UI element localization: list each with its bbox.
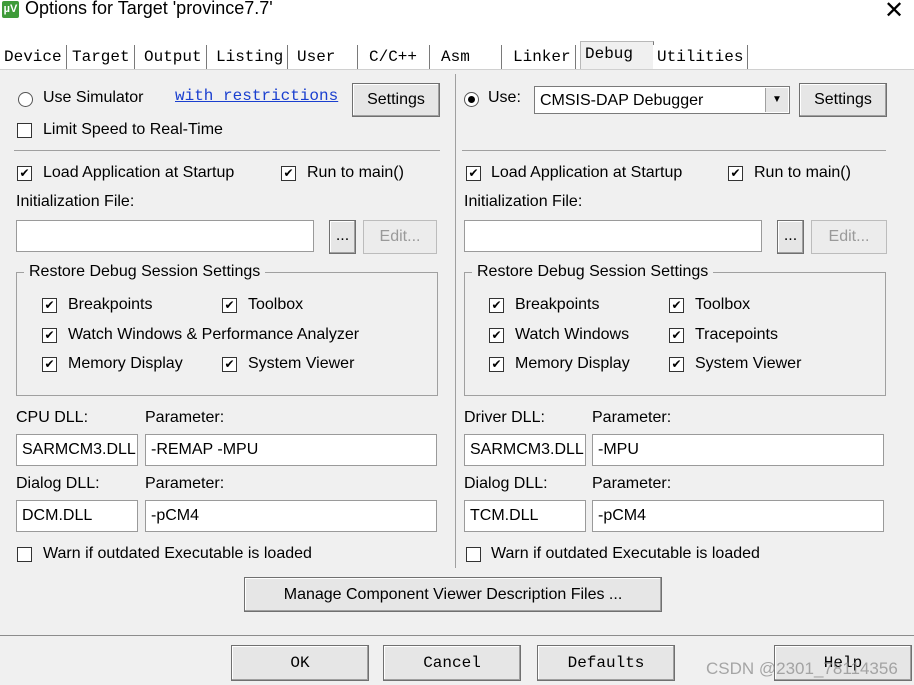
cpu-param-label: Parameter: — [145, 409, 225, 426]
left-breakpoints-checkbox[interactable]: ✔ — [42, 298, 57, 313]
window-title: Options for Target 'province7.7' — [25, 0, 273, 18]
left-breakpoints-label: Breakpoints — [68, 296, 153, 313]
chevron-down-icon[interactable]: ▼ — [765, 88, 788, 112]
left-init-file-label: Initialization File: — [16, 193, 135, 210]
left-toolbox-checkbox[interactable]: ✔ — [222, 298, 237, 313]
right-browse-button[interactable]: ... — [777, 220, 804, 254]
left-memory-display-checkbox[interactable]: ✔ — [42, 357, 57, 372]
app-icon: µV — [2, 1, 19, 18]
right-watch-windows-label: Watch Windows — [515, 326, 630, 343]
left-warn-checkbox[interactable] — [17, 547, 32, 562]
right-warn-label: Warn if outdated Executable is loaded — [491, 545, 760, 562]
left-dialog-dll-label: Dialog DLL: — [16, 475, 100, 492]
right-toolbox-checkbox[interactable]: ✔ — [669, 298, 684, 313]
right-load-app-label: Load Application at Startup — [491, 164, 683, 181]
left-dialog-param-input[interactable]: -pCM4 — [145, 500, 437, 532]
tab-linker[interactable]: Linker — [509, 45, 576, 69]
manage-component-viewer-button[interactable]: Manage Component Viewer Description File… — [244, 577, 662, 612]
left-load-app-checkbox[interactable]: ✔ — [17, 166, 32, 181]
tab-utilities[interactable]: Utilities — [653, 45, 749, 69]
use-debugger-radio[interactable] — [464, 92, 479, 107]
column-divider — [455, 74, 456, 568]
right-run-main-label: Run to main() — [754, 164, 851, 181]
right-dialog-param-input[interactable]: -pCM4 — [592, 500, 884, 532]
debugger-settings-button[interactable]: Settings — [799, 83, 887, 117]
right-tracepoints-label: Tracepoints — [695, 326, 778, 343]
restrictions-link[interactable]: with restrictions — [175, 87, 338, 105]
tab-debug[interactable]: Debug — [580, 41, 654, 71]
right-breakpoints-checkbox[interactable]: ✔ — [489, 298, 504, 313]
ok-button[interactable]: OK — [231, 645, 369, 681]
right-warn-checkbox[interactable] — [466, 547, 481, 562]
right-load-app-checkbox[interactable]: ✔ — [466, 166, 481, 181]
left-watch-windows-checkbox[interactable]: ✔ — [42, 328, 57, 343]
tab-listing[interactable]: Listing — [212, 45, 289, 69]
close-icon[interactable]: ✕ — [884, 0, 904, 25]
tab-asm[interactable]: Asm — [437, 45, 502, 69]
left-system-viewer-label: System Viewer — [248, 355, 355, 372]
defaults-button[interactable]: Defaults — [537, 645, 675, 681]
left-system-viewer-checkbox[interactable]: ✔ — [222, 357, 237, 372]
separator — [14, 150, 440, 151]
right-watch-windows-checkbox[interactable]: ✔ — [489, 328, 504, 343]
right-restore-group-title: Restore Debug Session Settings — [472, 263, 714, 281]
left-memory-display-label: Memory Display — [68, 355, 183, 372]
limit-speed-checkbox[interactable] — [17, 123, 32, 138]
tab-target[interactable]: Target — [68, 45, 135, 69]
use-simulator-radio[interactable] — [18, 92, 33, 107]
tab-cpp[interactable]: C/C++ — [365, 45, 430, 69]
left-restore-group-title: Restore Debug Session Settings — [24, 263, 266, 281]
left-toolbox-label: Toolbox — [248, 296, 304, 313]
cancel-button[interactable]: Cancel — [383, 645, 521, 681]
left-browse-button[interactable]: ... — [329, 220, 356, 254]
watermark: CSDN @2301_78114356 — [706, 659, 898, 678]
right-edit-button[interactable]: Edit... — [811, 220, 887, 254]
right-breakpoints-label: Breakpoints — [515, 296, 600, 313]
right-dialog-param-label: Parameter: — [592, 475, 672, 492]
left-watch-windows-label: Watch Windows & Performance Analyzer — [68, 326, 360, 343]
left-init-file-input[interactable] — [16, 220, 314, 252]
right-tracepoints-checkbox[interactable]: ✔ — [669, 328, 684, 343]
tab-output[interactable]: Output — [140, 45, 207, 69]
right-run-main-checkbox[interactable]: ✔ — [728, 166, 743, 181]
limit-speed-label: Limit Speed to Real-Time — [43, 121, 223, 138]
debugger-select[interactable]: CMSIS-DAP Debugger ▼ — [534, 86, 790, 114]
right-system-viewer-checkbox[interactable]: ✔ — [669, 357, 684, 372]
driver-param-input[interactable]: -MPU — [592, 434, 884, 466]
tab-user[interactable]: User — [293, 45, 358, 69]
left-run-main-label: Run to main() — [307, 164, 404, 181]
left-edit-button[interactable]: Edit... — [363, 220, 437, 254]
use-label: Use: — [488, 89, 521, 106]
separator — [462, 150, 886, 151]
left-load-app-label: Load Application at Startup — [43, 164, 235, 181]
left-warn-label: Warn if outdated Executable is loaded — [43, 545, 312, 562]
right-init-file-label: Initialization File: — [464, 193, 583, 210]
right-memory-display-label: Memory Display — [515, 355, 630, 372]
cpu-dll-input[interactable]: SARMCM3.DLL — [16, 434, 138, 466]
cpu-dll-label: CPU DLL: — [16, 409, 89, 426]
debugger-select-value: CMSIS-DAP Debugger — [540, 92, 704, 109]
right-init-file-input[interactable] — [464, 220, 762, 252]
driver-param-label: Parameter: — [592, 409, 672, 426]
driver-dll-label: Driver DLL: — [464, 409, 545, 426]
right-memory-display-checkbox[interactable]: ✔ — [489, 357, 504, 372]
simulator-settings-button[interactable]: Settings — [352, 83, 440, 117]
left-dialog-dll-input[interactable]: DCM.DLL — [16, 500, 138, 532]
right-system-viewer-label: System Viewer — [695, 355, 802, 372]
cpu-param-input[interactable]: -REMAP -MPU — [145, 434, 437, 466]
left-run-main-checkbox[interactable]: ✔ — [281, 166, 296, 181]
right-dialog-dll-input[interactable]: TCM.DLL — [464, 500, 586, 532]
right-toolbox-label: Toolbox — [695, 296, 751, 313]
tab-device[interactable]: Device — [0, 45, 67, 69]
driver-dll-input[interactable]: SARMCM3.DLL — [464, 434, 586, 466]
left-dialog-param-label: Parameter: — [145, 475, 225, 492]
right-dialog-dll-label: Dialog DLL: — [464, 475, 548, 492]
use-simulator-label: Use Simulator — [43, 89, 144, 106]
